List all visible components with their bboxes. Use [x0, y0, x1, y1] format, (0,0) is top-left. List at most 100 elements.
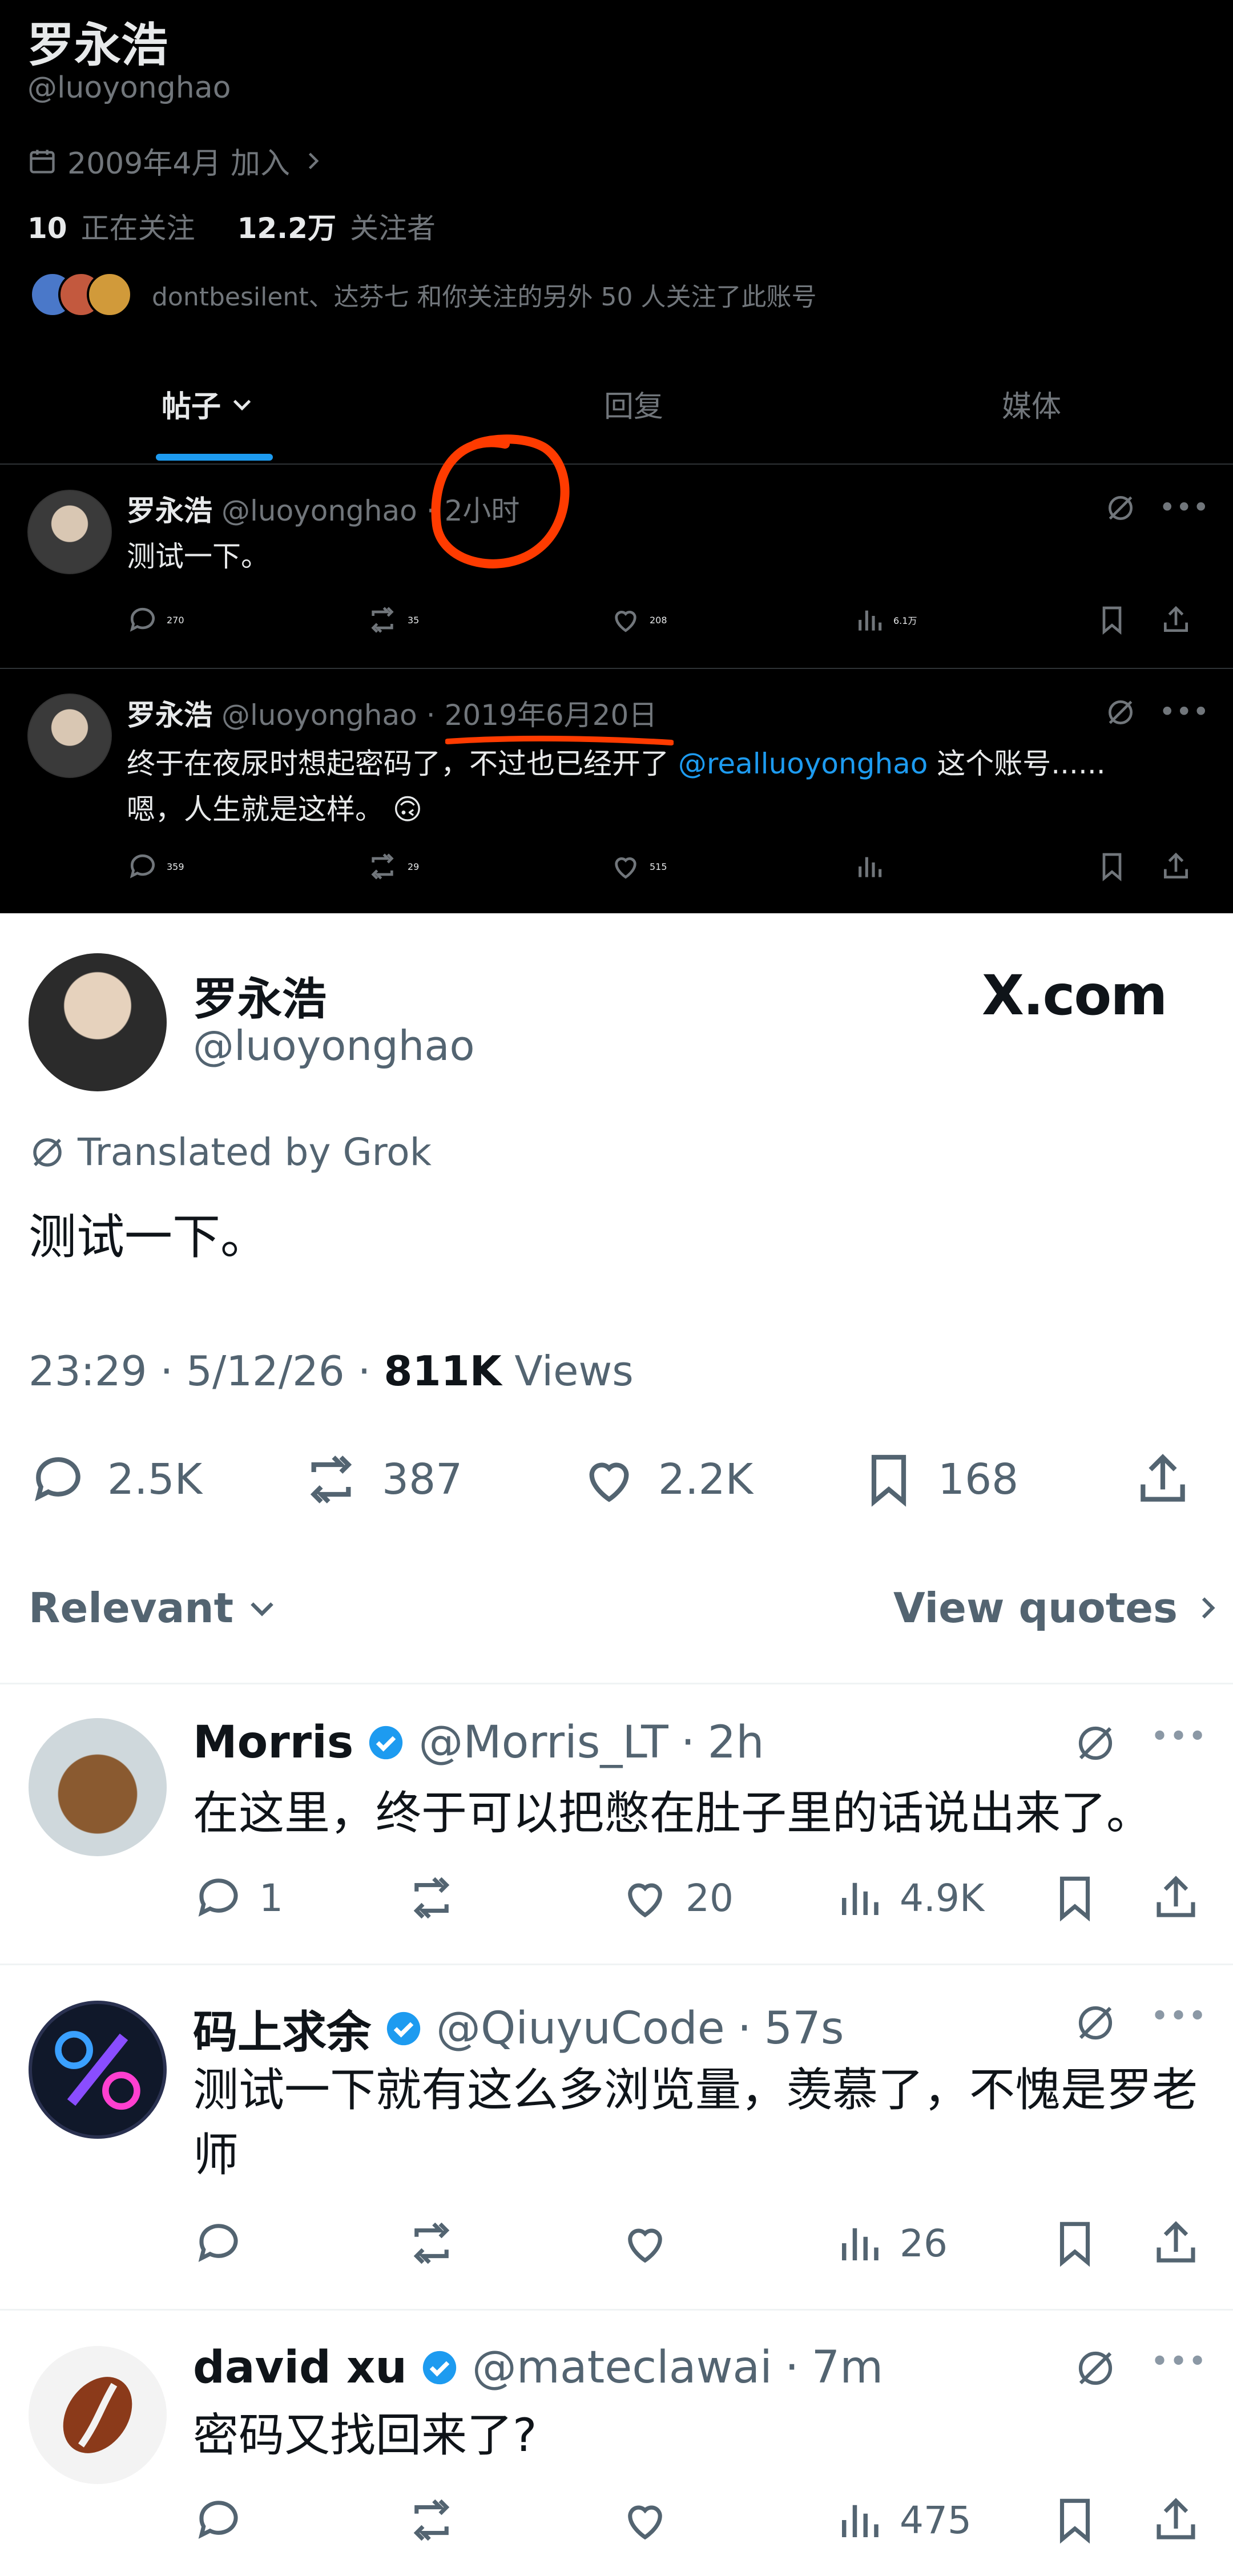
like-button[interactable]: 208 [610, 604, 667, 636]
following-count[interactable]: 10 [27, 212, 67, 245]
share-button[interactable] [1150, 1872, 1202, 1924]
tab-posts[interactable]: 帖子 [162, 382, 255, 425]
more-icon[interactable]: ••• [1150, 1998, 1207, 2035]
like-button[interactable]: 20 [619, 1872, 734, 1924]
view-quotes-link[interactable]: View quotes [893, 1584, 1223, 1632]
avatar[interactable] [27, 490, 112, 574]
avatar[interactable] [27, 694, 112, 778]
like-button[interactable] [619, 2494, 671, 2546]
follow-stats: 10 正在关注 12.2万 关注者 [27, 205, 464, 247]
main-author-name[interactable]: 罗永浩 [193, 964, 327, 1027]
reply-time[interactable]: 2h [708, 1717, 764, 1768]
grok-translate-icon[interactable] [1073, 2001, 1118, 2045]
post-date[interactable]: 5/12/26 [186, 1347, 345, 1395]
repost-button[interactable] [404, 2494, 459, 2546]
bookmark-button[interactable] [1049, 2494, 1101, 2546]
reply-button[interactable]: 359 [127, 850, 184, 882]
main-author-handle[interactable]: @luoyonghao [193, 1022, 475, 1070]
tab-replies[interactable]: 回复 [604, 382, 663, 425]
views-button[interactable]: 475 [833, 2494, 972, 2546]
separator: · [426, 699, 436, 732]
author-name[interactable]: 码上求余 [193, 1997, 371, 2061]
like-button[interactable]: 2.2K [579, 1450, 753, 1509]
author-name[interactable]: 罗永浩 [127, 692, 212, 733]
reply-button[interactable]: 2.5K [29, 1450, 202, 1509]
views-button[interactable]: 4.9K [833, 1872, 984, 1924]
divider [0, 668, 1233, 669]
avatar[interactable] [29, 2001, 167, 2139]
view-count: 6.1万 [893, 615, 917, 626]
views-button[interactable]: 26 [833, 2218, 948, 2269]
tab-label: 帖子 [162, 390, 221, 424]
author-name[interactable]: david xu [193, 2342, 407, 2393]
bookmark-button[interactable]: 168 [859, 1450, 1018, 1509]
like-button[interactable]: 515 [610, 850, 667, 882]
author-handle[interactable]: @QiuyuCode [436, 2003, 725, 2054]
repost-button[interactable] [404, 1872, 459, 1924]
joined-date[interactable]: 2009年4月 加入 [27, 139, 325, 182]
reply-button[interactable] [193, 2218, 244, 2269]
author-handle[interactable]: @luoyonghao [221, 494, 417, 527]
bookmark-button[interactable] [1049, 1872, 1101, 1924]
share-button[interactable] [1150, 2218, 1202, 2269]
avatar[interactable] [29, 1718, 167, 1856]
author-handle[interactable]: @Morris_LT [418, 1717, 668, 1768]
grok-translate-icon[interactable] [1073, 2346, 1118, 2390]
repost-button[interactable] [404, 2218, 459, 2269]
tab-media[interactable]: 媒体 [1002, 382, 1061, 425]
more-icon[interactable]: ••• [1150, 1718, 1207, 1755]
views-button[interactable]: 6.1万 [853, 604, 917, 636]
followers-label[interactable]: 关注者 [350, 205, 436, 247]
author-handle[interactable]: @luoyonghao [221, 699, 417, 732]
repost-icon [413, 2222, 450, 2264]
reply-button[interactable]: 270 [127, 604, 184, 636]
share-button[interactable] [1160, 604, 1192, 636]
avatar[interactable] [29, 2346, 167, 2484]
views-button[interactable] [853, 850, 885, 882]
bookmark-icon [1102, 606, 1122, 635]
translated-by-grok[interactable]: Translated by Grok [29, 1130, 432, 1174]
grok-translate-icon[interactable] [1073, 1721, 1118, 1765]
post-time[interactable]: 2019年6月20日 [445, 692, 658, 733]
share-icon [1157, 1876, 1195, 1917]
sort-relevant-button[interactable]: Relevant [29, 1584, 279, 1632]
followers-count[interactable]: 12.2万 [237, 205, 336, 247]
reply-text: 密码又找回来了? [193, 2409, 537, 2462]
more-icon[interactable]: ••• [1159, 695, 1209, 728]
post-text: 终于在夜尿时想起密码了，不过也已经开了 @realluoyonghao 这个账号… [127, 741, 1211, 832]
bookmark-button[interactable] [1096, 604, 1128, 636]
post-time[interactable]: 23:29 [29, 1347, 147, 1395]
reply-button[interactable]: 1 [193, 1872, 283, 1924]
mention-link[interactable]: @realluoyonghao [678, 747, 928, 780]
author-name[interactable]: 罗永浩 [127, 488, 212, 529]
repost-button[interactable]: 29 [365, 850, 419, 882]
grok-translate-icon[interactable] [1105, 696, 1137, 728]
reply-button[interactable] [193, 2494, 244, 2546]
chevron-down-icon [229, 391, 255, 417]
like-button[interactable] [619, 2218, 671, 2269]
followed-by-row[interactable]: dontbesilent、达芬七 和你关注的另外 50 人关注了此账号 [30, 272, 817, 317]
reply-time[interactable]: 7m [812, 2342, 884, 2393]
share-icon [1157, 2221, 1195, 2263]
chevron-right-icon [1202, 1597, 1215, 1619]
more-icon[interactable]: ••• [1159, 491, 1209, 524]
avatar [87, 272, 132, 317]
translated-label: Translated by Grok [78, 1130, 432, 1174]
repost-button[interactable]: 35 [365, 604, 419, 636]
reply-icon [130, 607, 155, 632]
bookmark-button[interactable] [1096, 850, 1128, 882]
separator: · [160, 1347, 174, 1395]
reply-time[interactable]: 57s [764, 2003, 844, 2054]
repost-button[interactable]: 387 [300, 1450, 462, 1509]
author-name[interactable]: Morris [193, 1717, 353, 1768]
reply-header: Morris @Morris_LT · 2h [193, 1717, 764, 1768]
bookmark-button[interactable] [1049, 2218, 1101, 2269]
grok-translate-icon[interactable] [1105, 492, 1137, 524]
following-label[interactable]: 正在关注 [81, 205, 195, 247]
share-button[interactable] [1150, 2494, 1202, 2546]
author-handle[interactable]: @mateclawai [472, 2342, 772, 2393]
share-button[interactable] [1133, 1450, 1192, 1509]
share-button[interactable] [1160, 850, 1192, 882]
avatar[interactable] [29, 953, 167, 1091]
more-icon[interactable]: ••• [1150, 2343, 1207, 2380]
